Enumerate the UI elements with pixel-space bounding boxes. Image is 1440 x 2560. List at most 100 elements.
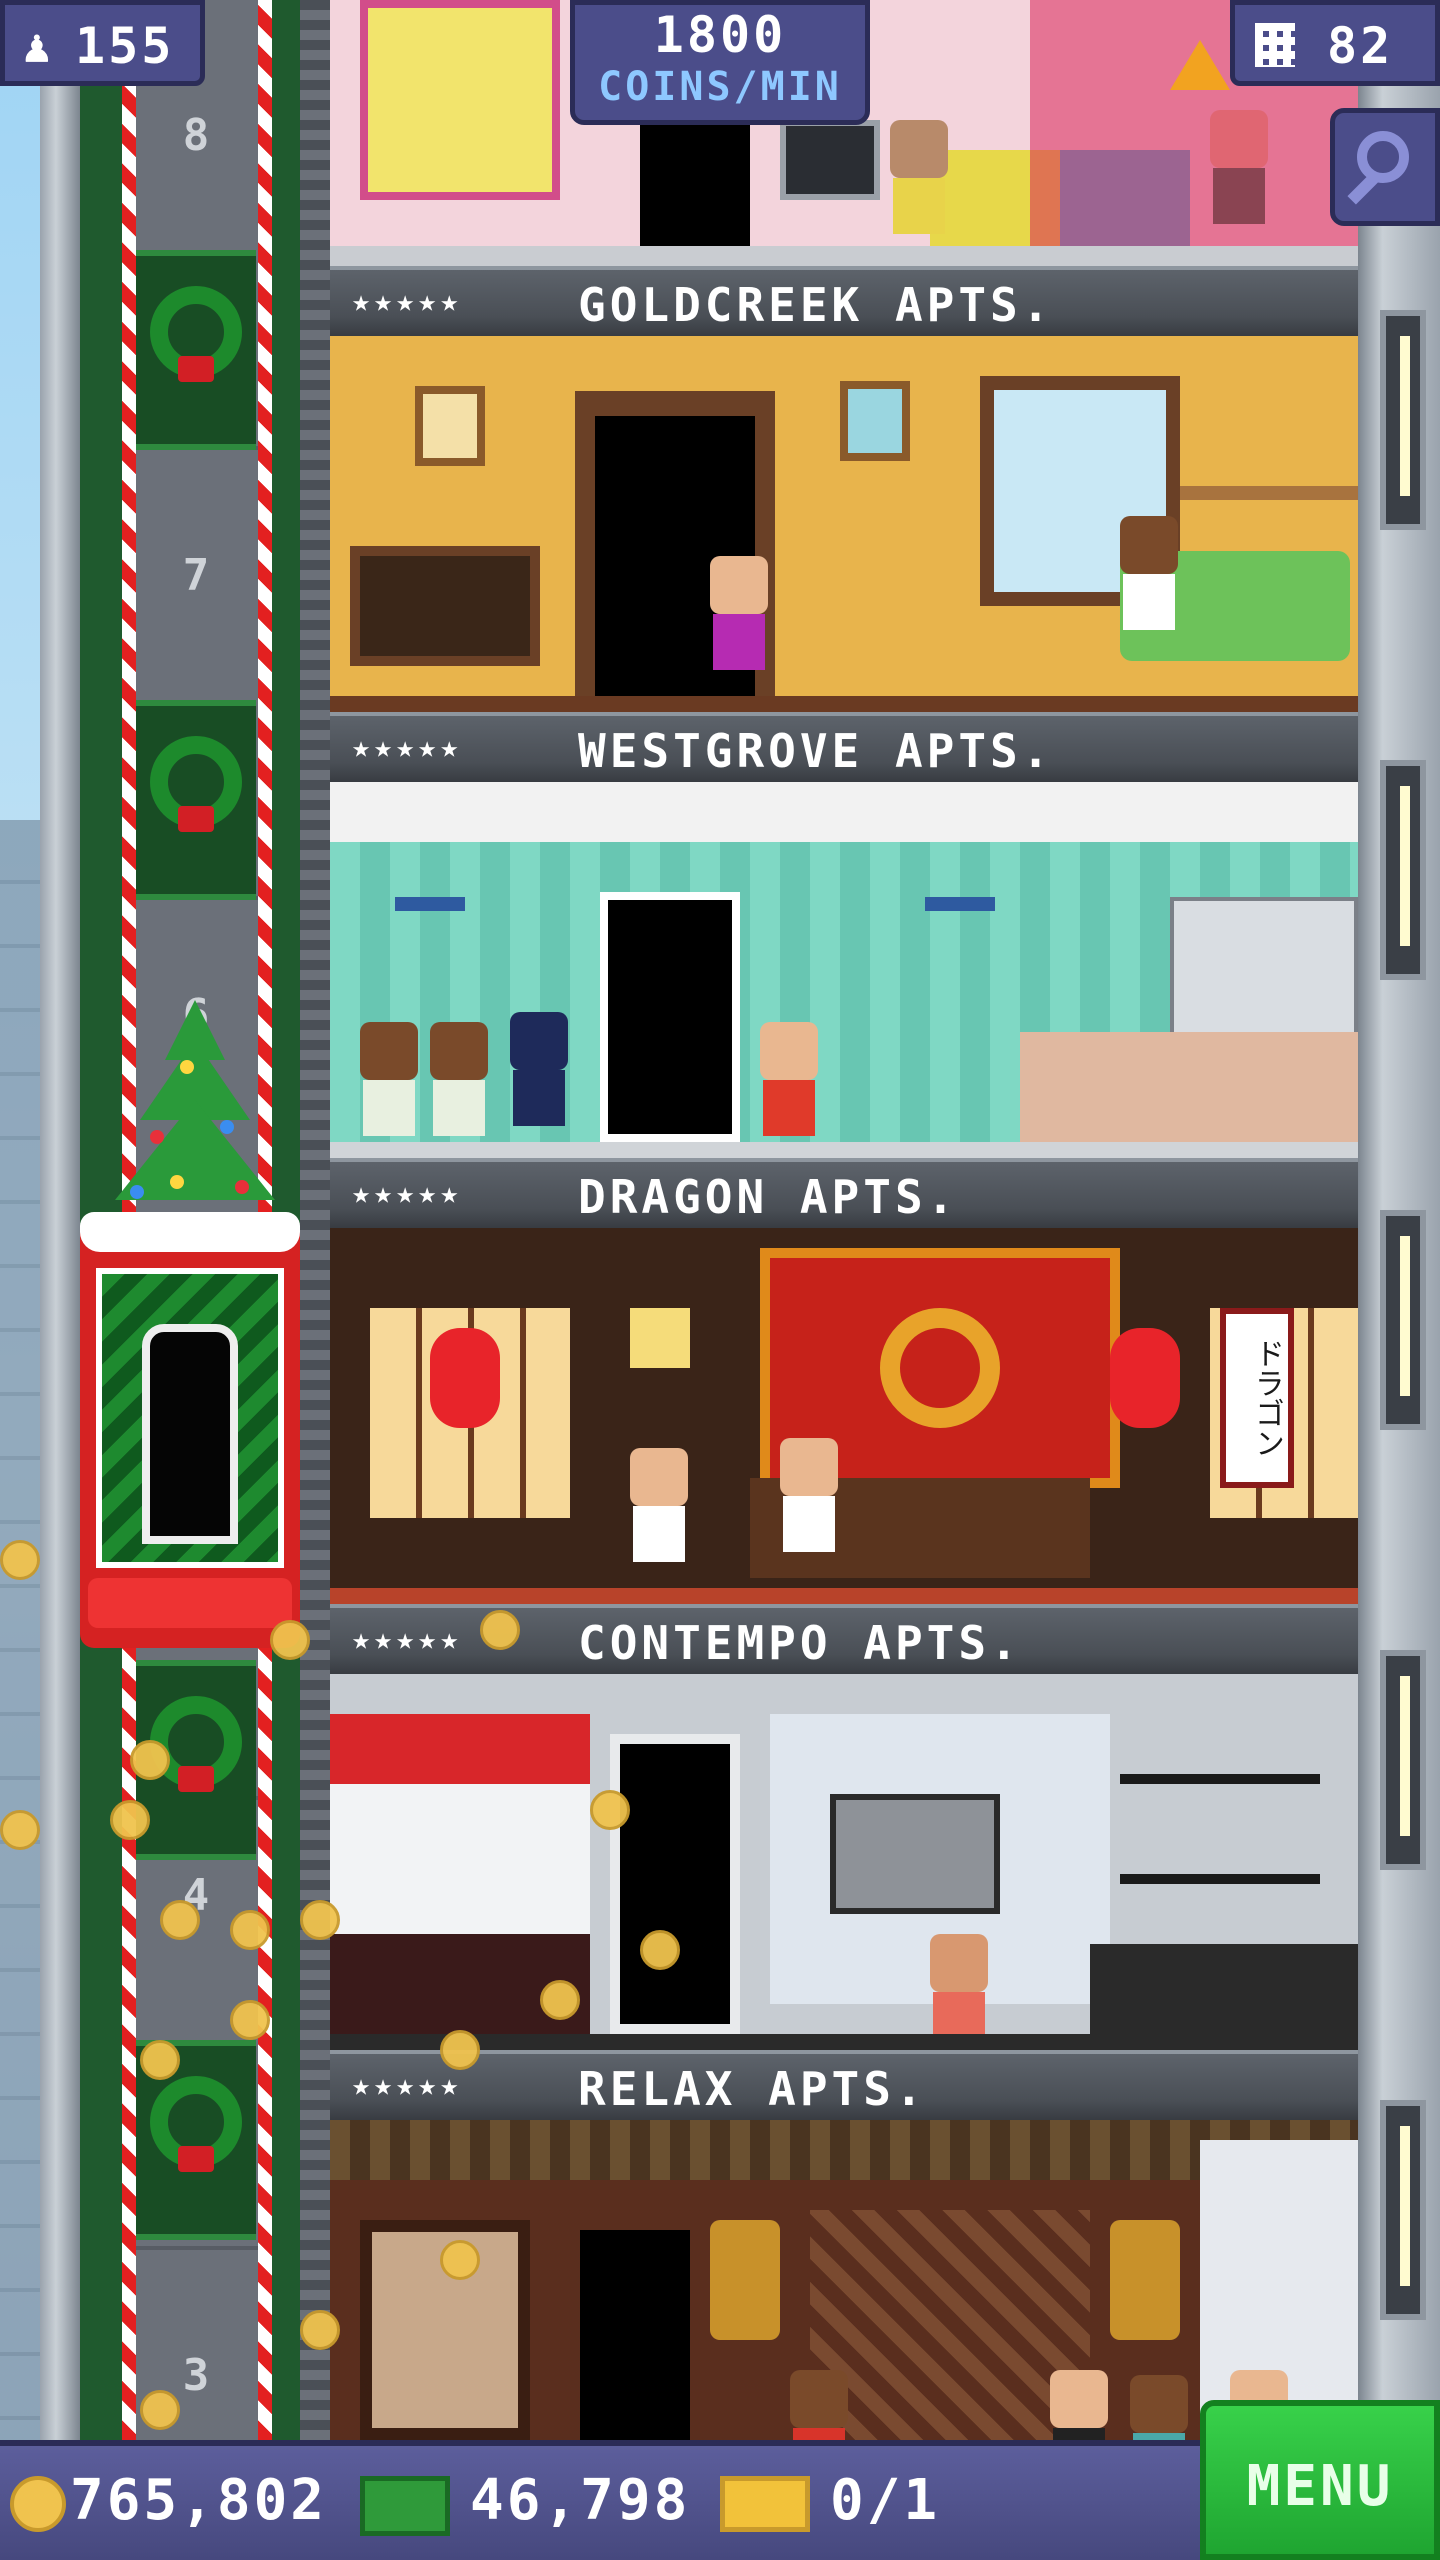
resident[interactable]: [510, 1012, 568, 1126]
resident[interactable]: [1050, 2370, 1108, 2440]
coin-icon: [440, 2240, 480, 2280]
red-wall-panel: [330, 1714, 590, 1784]
resident[interactable]: [780, 1438, 838, 1552]
menu-label: MENU: [1246, 2454, 1394, 2519]
coins-rate-unit: COINS/MIN: [598, 64, 842, 110]
floor-name: GOLDCREEK APTS.: [578, 278, 1054, 332]
floor-name-banner: ★★★★★ WESTGROVE APTS.: [330, 712, 1358, 782]
tower-rail: [300, 0, 330, 2440]
coins-value: 765,802: [70, 2468, 328, 2533]
resident[interactable]: [360, 1022, 418, 1136]
building-icon: [1255, 23, 1295, 67]
coins-rate-value: 1800: [653, 6, 787, 64]
bow-icon: [178, 356, 214, 382]
floor-stars: ★★★★★: [352, 284, 463, 319]
wall-art: [830, 1794, 1000, 1914]
floor-name: CONTEMPO APTS.: [578, 1616, 1022, 1670]
person-icon: ♟: [23, 19, 51, 73]
shaft-floor-4: 4: [136, 1800, 256, 2000]
floor-dragon[interactable]: ★★★★★ DRAGON APTS. ドラゴン: [330, 1158, 1358, 1604]
elevator-base: [88, 1578, 292, 1628]
menu-button[interactable]: MENU: [1200, 2400, 1440, 2560]
ceiling-light: [395, 897, 465, 911]
apartment-door: [580, 2230, 690, 2440]
dragon-icon: [880, 1308, 1000, 1428]
bow-icon: [178, 806, 214, 832]
shaft-floor-7: 7: [136, 480, 256, 680]
kitchen-counter: [1020, 1032, 1358, 1142]
apartment-door: [600, 892, 740, 1142]
floor-relax[interactable]: ★★★★★ RELAX APTS.: [330, 2050, 1358, 2440]
resident[interactable]: [760, 1022, 818, 1136]
elevator-car[interactable]: [80, 1212, 300, 1648]
coin-icon: [640, 1930, 680, 1970]
floor-rail: [330, 1588, 1358, 1604]
shelf: [1180, 486, 1358, 500]
floor-westgrove[interactable]: ★★★★★ WESTGROVE APTS.: [330, 712, 1358, 1158]
christmas-tree-icon: [110, 1000, 280, 1230]
ceiling-light: [925, 897, 995, 911]
wall-shelf: [1120, 1774, 1320, 1884]
coin-icon: [0, 1810, 40, 1850]
population-value: 155: [75, 17, 175, 75]
resident[interactable]: [1120, 516, 1178, 630]
bow-icon: [178, 1766, 214, 1792]
resident[interactable]: [630, 1448, 688, 1562]
floor-goldcreek[interactable]: ★★★★★ GOLDCREEK APTS.: [330, 266, 1358, 712]
floor-rail: [330, 2034, 1358, 2050]
floor-room: ドラゴン: [330, 1228, 1358, 1604]
picture-frame: [840, 381, 910, 461]
resident[interactable]: [930, 1934, 988, 2048]
tv-set: [350, 546, 540, 666]
search-button[interactable]: [1330, 108, 1440, 226]
bux-value: 46,798: [470, 2468, 691, 2533]
tower-window: [1380, 310, 1426, 530]
tower-window: [1380, 1210, 1426, 1430]
lantern-icon: [430, 1328, 500, 1428]
hanging-lamp-icon: [1110, 2220, 1180, 2340]
lamp: [630, 1308, 690, 1368]
lattice-panel: [810, 2210, 1090, 2440]
floor-stars: ★★★★★: [352, 2068, 463, 2103]
coins-per-minute-display: 1800 COINS/MIN: [570, 0, 870, 125]
floor-stars: ★★★★★: [352, 1176, 463, 1211]
shaft-wreath-panel: [136, 700, 256, 900]
coin-icon: [480, 1610, 520, 1650]
coin-icon: [230, 1910, 270, 1950]
elevator-snow-roof: [80, 1212, 300, 1252]
floor-stars: ★★★★★: [352, 1622, 463, 1657]
shaft-floor-number: 7: [182, 550, 210, 601]
floor-rail: [330, 1142, 1358, 1158]
shaft-floor-number: 8: [182, 110, 210, 161]
resident[interactable]: [1130, 2375, 1188, 2440]
coin-icon: [110, 1800, 150, 1840]
coin-icon: [300, 1900, 340, 1940]
tower-window: [1380, 1650, 1426, 1870]
bux-icon: [360, 2476, 450, 2536]
floor-rail: [330, 696, 1358, 712]
resident[interactable]: [790, 2370, 848, 2440]
population-counter[interactable]: ♟ 155: [0, 0, 205, 86]
floor-count-value: 82: [1327, 17, 1394, 75]
hanging-lamp-icon: [710, 2220, 780, 2340]
elevator-door: [142, 1324, 238, 1544]
floor-stars: ★★★★★: [352, 730, 463, 765]
coin-icon: [140, 2040, 180, 2080]
floor-room: [330, 1674, 1358, 2050]
coin-icon: [0, 1540, 40, 1580]
floor-name-banner: ★★★★★ GOLDCREEK APTS.: [330, 266, 1358, 336]
coin-icon: [140, 2390, 180, 2430]
resident[interactable]: [890, 120, 948, 234]
magnifier-icon: [1357, 131, 1409, 183]
floor-counter[interactable]: 82: [1230, 0, 1440, 86]
resident[interactable]: [430, 1022, 488, 1136]
tower-window: [1380, 2100, 1426, 2320]
picture-frame: [415, 386, 485, 466]
resident[interactable]: [710, 556, 768, 670]
ceiling: [330, 782, 1358, 842]
floor-contempo[interactable]: ★★★★★ CONTEMPO APTS.: [330, 1604, 1358, 2050]
elevator-body: [96, 1268, 284, 1568]
tv: [780, 120, 880, 200]
floor-name: RELAX APTS.: [578, 2062, 927, 2116]
coin-icon: [540, 1980, 580, 2020]
